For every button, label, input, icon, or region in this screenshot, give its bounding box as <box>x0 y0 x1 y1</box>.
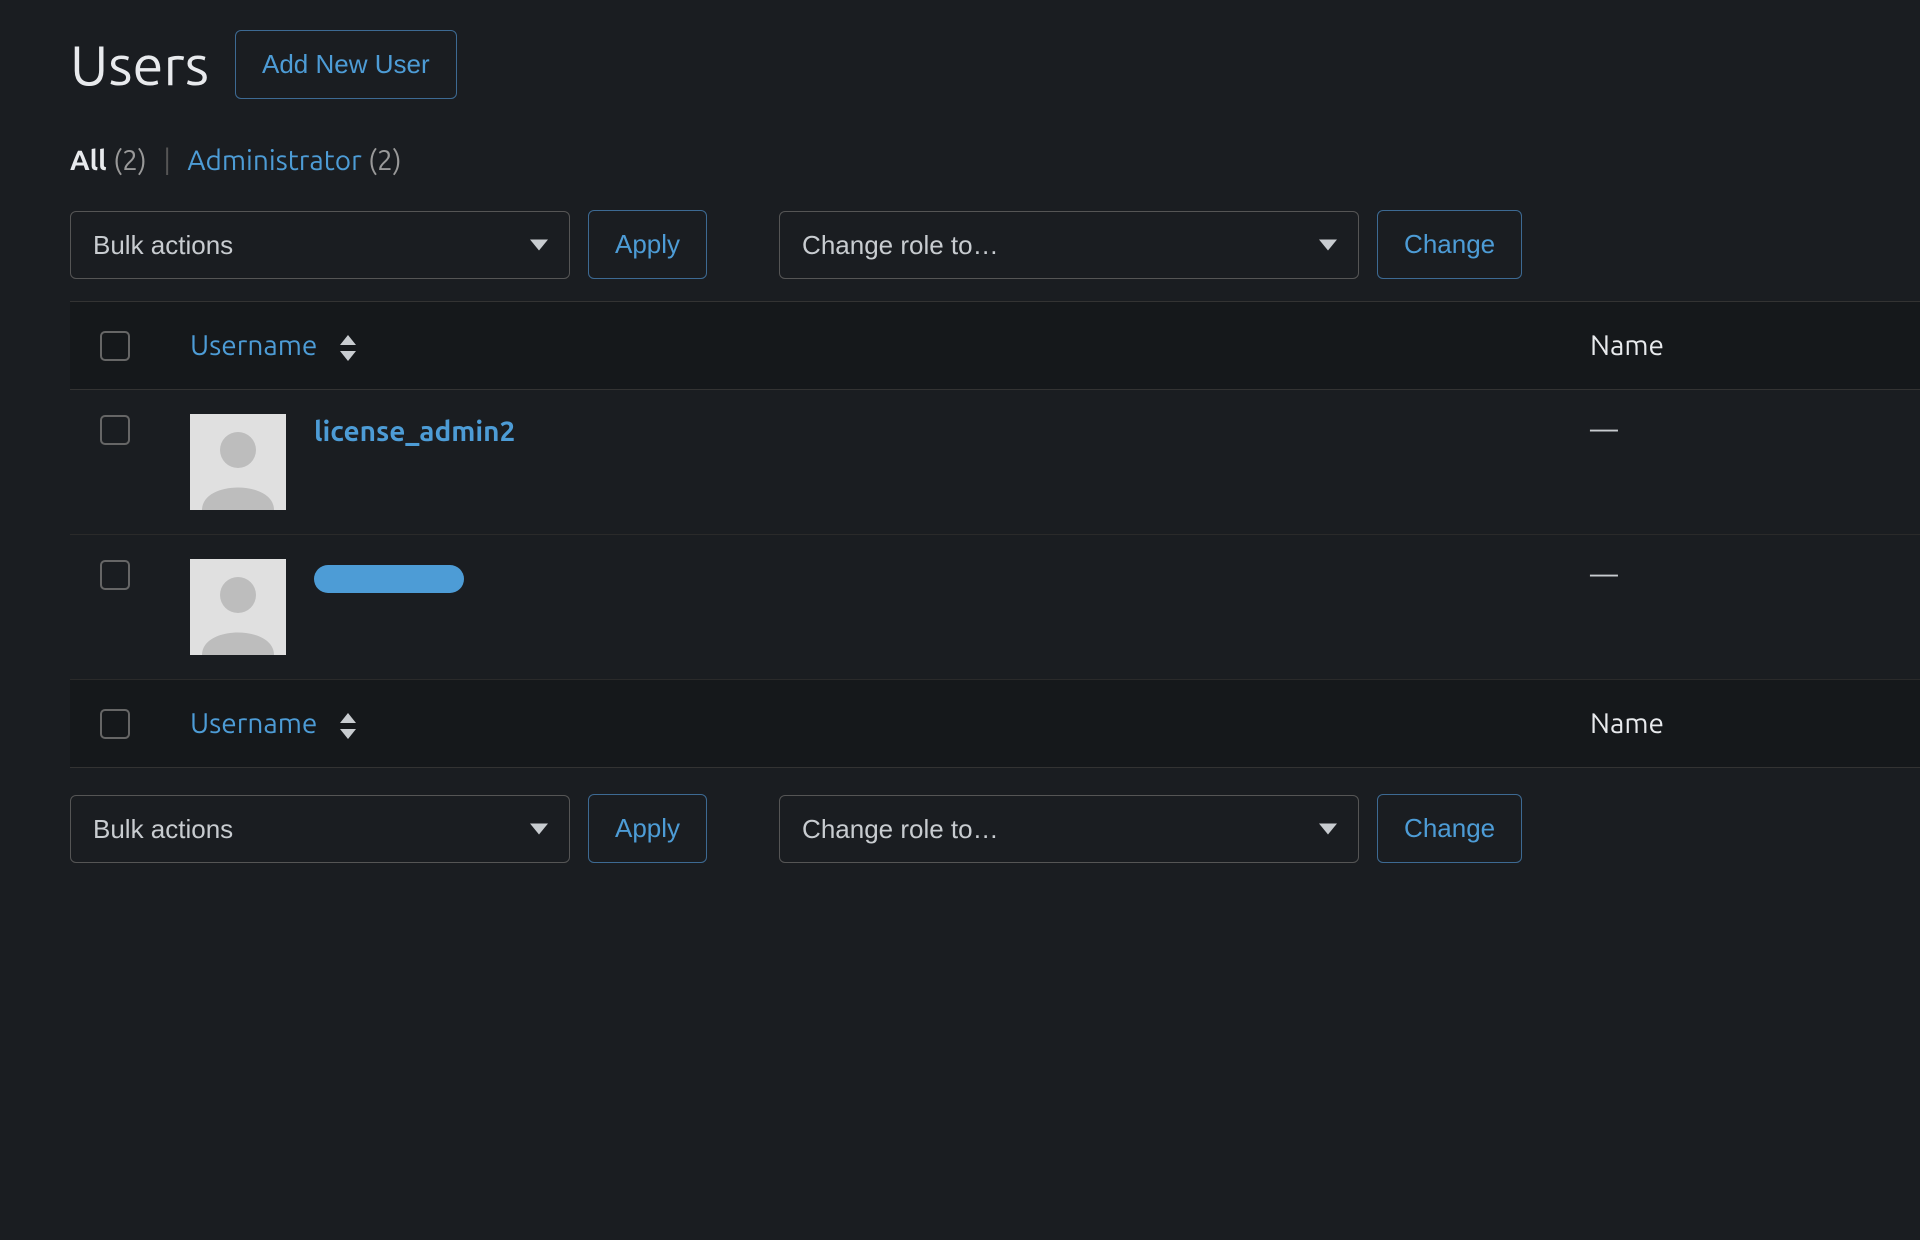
change-role-select[interactable]: Change role to… <box>779 211 1359 279</box>
column-name-label: Name <box>1590 302 1920 390</box>
filter-all-count: (2) <box>113 145 146 176</box>
filter-admin-label: Administrator <box>187 145 361 176</box>
apply-button-bottom[interactable]: Apply <box>588 794 707 863</box>
filter-links: All (2) | Administrator (2) <box>70 145 1920 176</box>
username-redacted[interactable] <box>314 565 464 593</box>
username-link[interactable]: license_admin2 <box>314 414 515 447</box>
bulk-actions-select-bottom[interactable]: Bulk actions <box>70 795 570 863</box>
column-username-label: Username <box>190 330 317 361</box>
column-username-sort-footer[interactable]: Username <box>190 708 358 739</box>
filter-administrator[interactable]: Administrator (2) <box>187 145 401 176</box>
change-button[interactable]: Change <box>1377 210 1522 279</box>
filter-all-label: All <box>70 145 107 176</box>
row-checkbox[interactable] <box>100 415 130 445</box>
column-username-label: Username <box>190 708 317 739</box>
change-button-bottom[interactable]: Change <box>1377 794 1522 863</box>
users-table: Username Name license_admin2—— Us <box>70 301 1920 768</box>
filter-separator: | <box>163 145 171 176</box>
page-title: Users <box>70 33 209 96</box>
row-checkbox[interactable] <box>100 560 130 590</box>
column-username-sort[interactable]: Username <box>190 330 358 361</box>
table-row: license_admin2 — <box>70 390 1920 535</box>
actions-row-top: Bulk actions Apply Change role to… Chang… <box>70 210 1920 279</box>
select-all-checkbox[interactable] <box>100 331 130 361</box>
filter-all[interactable]: All (2) <box>70 145 153 176</box>
add-new-user-button[interactable]: Add New User <box>235 30 457 99</box>
avatar <box>190 559 286 655</box>
table-header-row: Username Name <box>70 302 1920 390</box>
avatar <box>190 414 286 510</box>
bulk-actions-select[interactable]: Bulk actions <box>70 211 570 279</box>
select-all-checkbox-footer[interactable] <box>100 709 130 739</box>
name-value: — <box>1590 559 1618 590</box>
column-name-label: Name <box>1590 680 1920 768</box>
name-value: — <box>1590 414 1618 445</box>
actions-row-bottom: Bulk actions Apply Change role to… Chang… <box>70 794 1920 863</box>
sort-icon <box>338 713 358 739</box>
table-row: — <box>70 535 1920 680</box>
table-footer-row: Username Name <box>70 680 1920 768</box>
change-role-select-bottom[interactable]: Change role to… <box>779 795 1359 863</box>
sort-icon <box>338 335 358 361</box>
apply-button[interactable]: Apply <box>588 210 707 279</box>
filter-admin-count: (2) <box>368 145 401 176</box>
